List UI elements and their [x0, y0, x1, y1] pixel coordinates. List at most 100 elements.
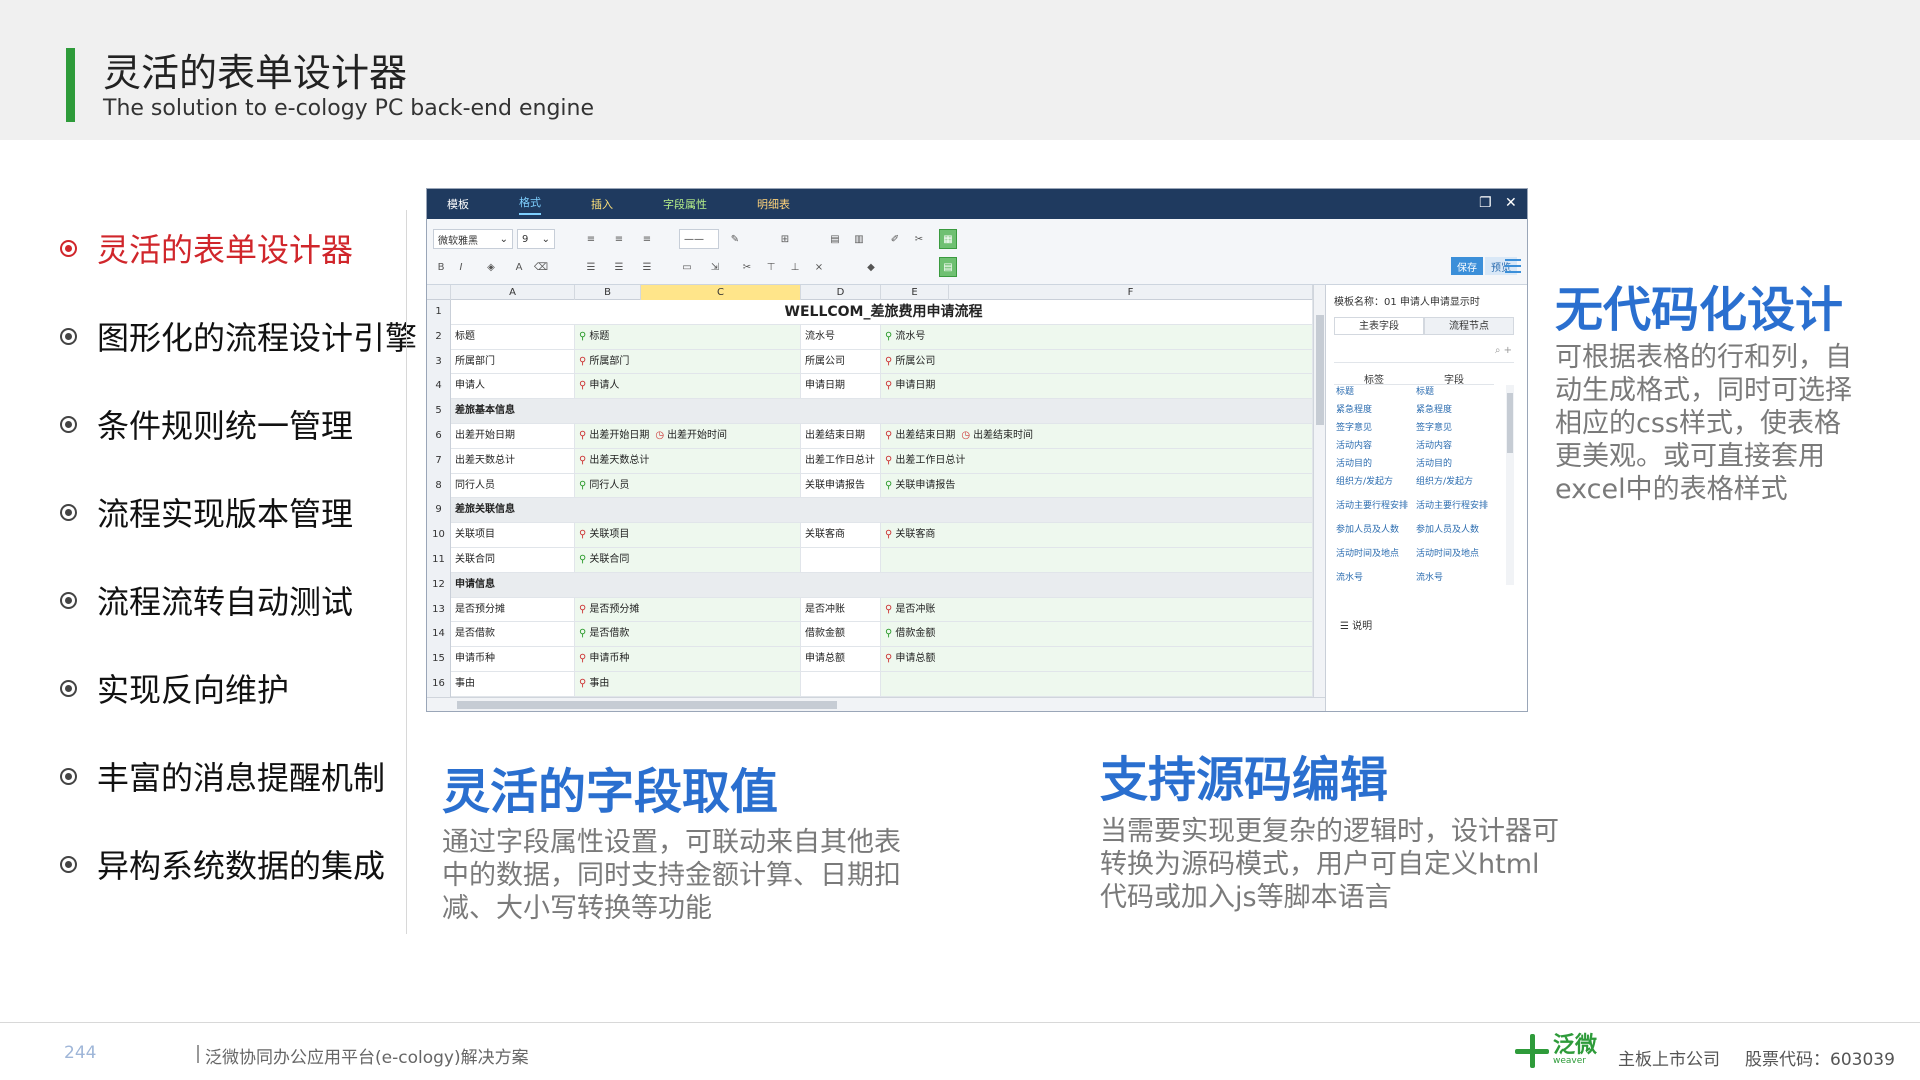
- align-middle-icon[interactable]: ≡: [611, 229, 627, 249]
- align-center-icon[interactable]: ☰: [611, 257, 627, 277]
- label-cell[interactable]: [801, 672, 881, 697]
- align-top-icon[interactable]: ≡: [583, 229, 599, 249]
- font-size-select[interactable]: 9 ⌄: [517, 229, 555, 249]
- tab-field-attr[interactable]: 字段属性: [663, 196, 707, 212]
- cut-icon[interactable]: ✂: [739, 257, 755, 277]
- label-cell[interactable]: 出差结束日期: [801, 424, 881, 449]
- label-cell[interactable]: 关联合同: [451, 548, 575, 573]
- panel-scrollbar[interactable]: [1506, 385, 1514, 585]
- panel-field-row[interactable]: 组织方/发起方 组织方/发起方: [1334, 477, 1494, 501]
- field-cell[interactable]: ⚲ 出差开始日期 ◷ 出差开始时间: [575, 424, 801, 449]
- restore-icon[interactable]: ❐: [1479, 195, 1492, 211]
- field-cell[interactable]: ⚲ 所属部门: [575, 349, 801, 375]
- field-cell[interactable]: ⚲ 事由: [575, 672, 801, 697]
- tab-template[interactable]: 模板: [447, 196, 469, 212]
- row-number[interactable]: 15: [427, 647, 451, 672]
- panel-field-row[interactable]: 标题 标题: [1334, 387, 1494, 405]
- label-cell[interactable]: 同行人员: [451, 473, 575, 499]
- save-button[interactable]: 保存: [1451, 257, 1483, 275]
- tab-format[interactable]: 格式: [519, 194, 541, 215]
- sheet-style-icon[interactable]: ▤: [939, 257, 957, 277]
- delete-col-icon[interactable]: ⊥: [787, 257, 803, 277]
- field-cell[interactable]: ⚲ 申请日期: [881, 374, 1313, 400]
- align-right-icon[interactable]: ☰: [639, 257, 655, 277]
- label-cell[interactable]: 标题: [451, 324, 575, 350]
- tab-insert[interactable]: 插入: [591, 196, 613, 212]
- italic-icon[interactable]: I: [453, 257, 469, 277]
- row-number[interactable]: 9: [427, 498, 451, 524]
- search-icon[interactable]: ⌕: [1495, 345, 1501, 356]
- font-family-select[interactable]: 微软雅黑 ⌄: [433, 229, 513, 249]
- field-cell[interactable]: ⚲ 是否预分摊: [575, 597, 801, 623]
- table-style-icon[interactable]: ▦: [939, 229, 957, 249]
- label-cell[interactable]: 申请人: [451, 374, 575, 400]
- label-cell[interactable]: 关联客商: [801, 523, 881, 548]
- vertical-scrollbar[interactable]: [1313, 285, 1325, 697]
- field-cell[interactable]: ⚲ 借款金额: [881, 622, 1313, 648]
- scroll-thumb[interactable]: [1316, 315, 1324, 425]
- merge-icon[interactable]: ▤: [827, 229, 843, 249]
- scroll-thumb[interactable]: [1507, 393, 1513, 453]
- tab-detail[interactable]: 明细表: [757, 196, 790, 212]
- panel-field-row[interactable]: 活动内容 活动内容: [1334, 441, 1494, 459]
- field-cell[interactable]: ⚲ 同行人员: [575, 473, 801, 499]
- field-cell[interactable]: ⚲ 申请币种: [575, 647, 801, 672]
- menu-item-notify[interactable]: 丰富的消息提醒机制: [60, 756, 385, 797]
- add-icon[interactable]: +: [1504, 345, 1512, 356]
- column-header[interactable]: B: [575, 285, 641, 300]
- row-number[interactable]: 10: [427, 523, 451, 548]
- field-cell[interactable]: [881, 548, 1313, 573]
- section-cell[interactable]: 差旅基本信息: [451, 399, 1313, 424]
- label-cell[interactable]: 所属公司: [801, 349, 881, 375]
- label-cell[interactable]: 关联项目: [451, 523, 575, 548]
- field-cell[interactable]: ⚲ 关联合同: [575, 548, 801, 573]
- column-header[interactable]: C: [641, 285, 801, 300]
- label-cell[interactable]: 申请日期: [801, 374, 881, 400]
- label-cell[interactable]: 是否预分摊: [451, 597, 575, 623]
- tab-flow-nodes[interactable]: 流程节点: [1424, 317, 1514, 335]
- align-bottom-icon[interactable]: ≡: [639, 229, 655, 249]
- clear-icon[interactable]: ◆: [863, 257, 879, 277]
- column-header[interactable]: F: [949, 285, 1313, 300]
- label-cell[interactable]: 借款金额: [801, 622, 881, 648]
- panel-search[interactable]: ⌕ +: [1334, 345, 1514, 363]
- border-color-icon[interactable]: ✎: [727, 229, 743, 249]
- menu-item-versions[interactable]: 流程实现版本管理: [60, 492, 353, 533]
- field-cell[interactable]: ⚲ 申请人: [575, 374, 801, 400]
- insert-row-icon[interactable]: ⇲: [707, 257, 723, 277]
- column-header[interactable]: D: [801, 285, 881, 300]
- form-title-cell[interactable]: WELLCOM_差旅费用申请流程: [451, 300, 1313, 325]
- panel-field-row[interactable]: 紧急程度 紧急程度: [1334, 405, 1494, 423]
- label-cell[interactable]: 事由: [451, 672, 575, 697]
- field-cell[interactable]: ⚲ 是否借款: [575, 622, 801, 648]
- label-cell[interactable]: 流水号: [801, 324, 881, 350]
- row-number[interactable]: 1: [427, 300, 451, 325]
- scroll-thumb[interactable]: [457, 701, 837, 709]
- field-cell[interactable]: [881, 672, 1313, 697]
- list-menu-icon[interactable]: [1505, 259, 1521, 273]
- field-cell[interactable]: ⚲ 出差结束日期 ◷ 出差结束时间: [881, 424, 1313, 449]
- row-number[interactable]: 11: [427, 548, 451, 573]
- line-style-select[interactable]: ——: [679, 229, 719, 249]
- label-cell[interactable]: [801, 548, 881, 573]
- menu-item-flow-engine[interactable]: 图形化的流程设计引擎: [60, 316, 417, 357]
- close-icon[interactable]: ✕: [1505, 195, 1517, 211]
- row-number[interactable]: 4: [427, 374, 451, 400]
- row-number[interactable]: 14: [427, 622, 451, 648]
- row-number[interactable]: 7: [427, 448, 451, 474]
- label-cell[interactable]: 是否借款: [451, 622, 575, 648]
- column-header[interactable]: E: [881, 285, 949, 300]
- field-cell[interactable]: ⚲ 关联客商: [881, 523, 1313, 548]
- label-cell[interactable]: 申请币种: [451, 647, 575, 672]
- label-cell[interactable]: 申请总额: [801, 647, 881, 672]
- align-left-icon[interactable]: ☰: [583, 257, 599, 277]
- eraser-icon[interactable]: ⌫: [533, 257, 549, 277]
- menu-item-reverse[interactable]: 实现反向维护: [60, 668, 289, 709]
- label-cell[interactable]: 出差天数总计: [451, 448, 575, 474]
- field-cell[interactable]: ⚲ 关联项目: [575, 523, 801, 548]
- section-cell[interactable]: 申请信息: [451, 572, 1313, 598]
- panel-field-row[interactable]: 参加人员及人数 参加人员及人数: [1334, 525, 1494, 549]
- menu-item-rules[interactable]: 条件规则统一管理: [60, 404, 353, 445]
- fill-color-icon[interactable]: ◈: [483, 257, 499, 277]
- field-cell[interactable]: ⚲ 流水号: [881, 324, 1313, 350]
